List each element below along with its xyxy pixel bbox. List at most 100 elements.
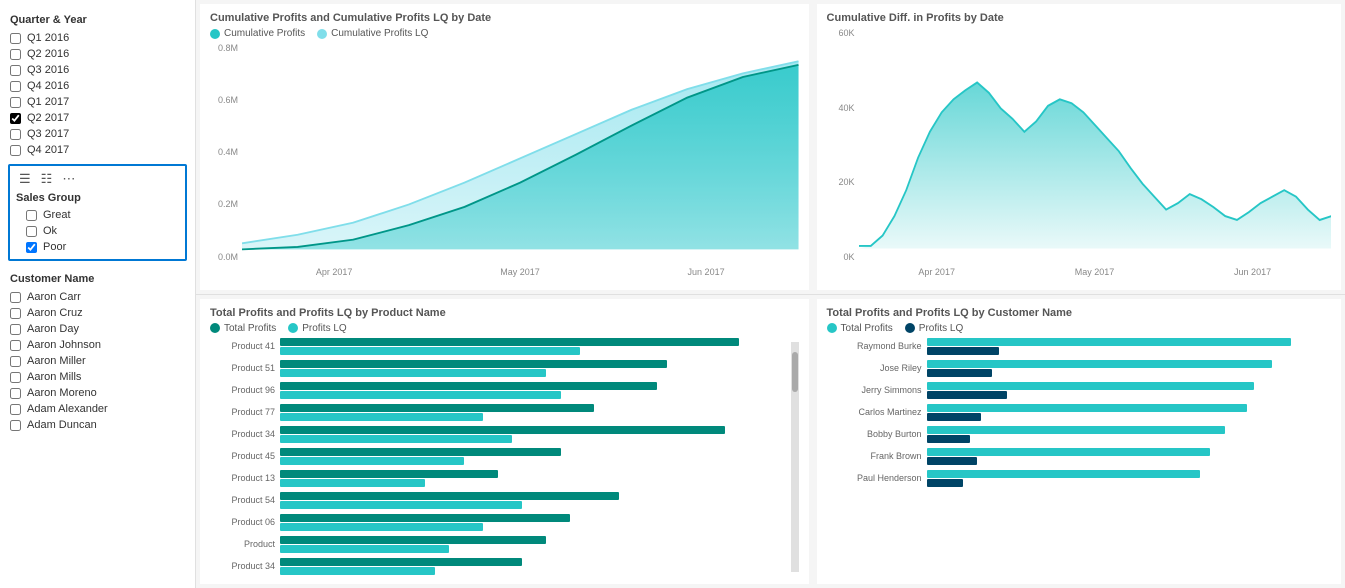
product-bar-group-6: [280, 470, 791, 487]
x-label-right: Jun 2017: [1234, 267, 1271, 277]
sidebar-customer-item-2[interactable]: Aaron Day: [0, 321, 195, 337]
quarter-item-2[interactable]: Q3 2016: [0, 62, 195, 78]
sidebar-customer-checkbox-8[interactable]: [10, 420, 21, 431]
sidebar-customer-checkbox-1[interactable]: [10, 308, 21, 319]
quarter-label-2: Q3 2016: [27, 64, 69, 76]
product-bar-content: Product 41Product 51Product 96Product 77…: [210, 338, 799, 577]
filter-popup: ☰ ☷ ⋯ Sales Group GreatOk Poor: [8, 164, 187, 261]
product-bar-scroll[interactable]: Product 41Product 51Product 96Product 77…: [210, 338, 791, 577]
product-lq-bar-4: [280, 435, 512, 443]
diff-chart-svg-container: 60K40K20K0K Apr 2017May: [827, 28, 1331, 282]
sales-group-checkbox-2[interactable]: [26, 242, 37, 253]
sales-group-item-1[interactable]: Ok: [16, 223, 179, 239]
sidebar-customer-item-6[interactable]: Aaron Moreno: [0, 385, 195, 401]
product-bar-label-10: Product 34: [210, 561, 280, 571]
quarter-checkbox-7[interactable]: [10, 145, 21, 156]
sales-group-checkbox-0[interactable]: [26, 210, 37, 221]
customer-bar-scroll[interactable]: Raymond BurkeJose RileyJerry SimmonsCarl…: [827, 338, 1331, 577]
sidebar-customer-item-5[interactable]: Aaron Mills: [0, 369, 195, 385]
cust-legend-item-0: Total Profits: [827, 323, 893, 334]
sidebar: Quarter & Year Q1 2016Q2 2016Q3 2016Q4 2…: [0, 0, 196, 588]
diff-chart-svg: [859, 28, 1331, 262]
sidebar-customer-item-7[interactable]: Adam Alexander: [0, 401, 195, 417]
customer-lq-bar-0: [927, 347, 1000, 355]
product-bar-group-3: [280, 404, 791, 421]
customer-bar-title: Total Profits and Profits LQ by Customer…: [827, 307, 1331, 319]
product-lq-bar-10: [280, 567, 435, 575]
sidebar-customer-checkbox-0[interactable]: [10, 292, 21, 303]
sidebar-customer-checkbox-6[interactable]: [10, 388, 21, 399]
product-bar-group-10: [280, 558, 791, 575]
product-profit-bar-6: [280, 470, 498, 478]
product-bar-group-0: [280, 338, 791, 355]
quarter-checkbox-0[interactable]: [10, 33, 21, 44]
sidebar-customer-label-5: Aaron Mills: [27, 371, 81, 383]
cum-legend-item-1: Cumulative Profits LQ: [317, 28, 428, 39]
cumulative-diff-panel: Cumulative Diff. in Profits by Date 60K4…: [817, 4, 1341, 290]
customer-bar-label-5: Frank Brown: [827, 451, 927, 461]
sidebar-customer-checkbox-5[interactable]: [10, 372, 21, 383]
y-label: 0.4M: [218, 147, 238, 157]
cust-legend-item-1: Profits LQ: [905, 323, 963, 334]
product-profit-bar-9: [280, 536, 546, 544]
sidebar-customer-item-0[interactable]: Aaron Carr: [0, 289, 195, 305]
sidebar-customer-checkbox-3[interactable]: [10, 340, 21, 351]
sidebar-customer-item-4[interactable]: Aaron Miller: [0, 353, 195, 369]
quarter-item-4[interactable]: Q1 2017: [0, 94, 195, 110]
customer-lq-bar-6: [927, 479, 963, 487]
x-label-right: May 2017: [1075, 267, 1115, 277]
quarter-checkbox-1[interactable]: [10, 49, 21, 60]
sidebar-customer-checkbox-2[interactable]: [10, 324, 21, 335]
sales-group-title: Sales Group: [16, 192, 179, 204]
product-profit-bar-7: [280, 492, 619, 500]
quarter-list: Q1 2016Q2 2016 Q3 2016 Q4 2016Q1 2017 Q2 20…: [0, 30, 195, 158]
quarter-item-7[interactable]: Q4 2017: [0, 142, 195, 158]
product-lq-bar-0: [280, 347, 580, 355]
customer-profit-bar-3: [927, 404, 1247, 412]
quarter-item-3[interactable]: Q4 2016: [0, 78, 195, 94]
sidebar-customer-checkbox-4[interactable]: [10, 356, 21, 367]
quarter-item-0[interactable]: Q1 2016: [0, 30, 195, 46]
filter-popup-toolbar: ☰ ☷ ⋯: [16, 170, 179, 188]
prod-legend-dot-0: [210, 323, 220, 333]
quarter-checkbox-3[interactable]: [10, 81, 21, 92]
x-axis-top-left: Apr 2017May 2017Jun 2017: [242, 262, 799, 282]
product-scrollbar[interactable]: [791, 342, 799, 573]
product-bar-group-1: [280, 360, 791, 377]
quarter-checkbox-6[interactable]: [10, 129, 21, 140]
cum-legend-label-1: Cumulative Profits LQ: [331, 28, 428, 39]
sales-group-checkbox-1[interactable]: [26, 226, 37, 237]
sidebar-customer-item-1[interactable]: Aaron Cruz: [0, 305, 195, 321]
y-label-right: 0K: [844, 252, 855, 262]
grid-icon[interactable]: ☷: [38, 170, 56, 188]
hamburger-icon[interactable]: ☰: [16, 170, 34, 188]
product-bar-row-3: Product 77: [210, 404, 791, 421]
product-bar-group-5: [280, 448, 791, 465]
quarter-label-5: Q2 2017: [27, 112, 69, 124]
customer-bar-row-0: Raymond Burke: [827, 338, 1331, 355]
quarter-item-5[interactable]: Q2 2017: [0, 110, 195, 126]
sales-group-label-2: Poor: [43, 241, 66, 253]
charts-top-row: Cumulative Profits and Cumulative Profit…: [196, 0, 1345, 295]
customer-section-title: Customer Name: [0, 267, 195, 289]
product-lq-bar-2: [280, 391, 561, 399]
product-scrollbar-thumb[interactable]: [792, 352, 798, 392]
quarter-checkbox-2[interactable]: [10, 65, 21, 76]
quarter-item-1[interactable]: Q2 2016: [0, 46, 195, 62]
customer-lq-bar-5: [927, 457, 978, 465]
sidebar-customer-item-8[interactable]: Adam Duncan: [0, 417, 195, 433]
product-bar-group-7: [280, 492, 791, 509]
sidebar-customer-item-3[interactable]: Aaron Johnson: [0, 337, 195, 353]
sales-group-item-0[interactable]: Great: [16, 207, 179, 223]
product-bar-title: Total Profits and Profits LQ by Product …: [210, 307, 799, 319]
sidebar-customer-label-4: Aaron Miller: [27, 355, 86, 367]
quarter-checkbox-5[interactable]: [10, 113, 21, 124]
product-bar-row-7: Product 54: [210, 492, 791, 509]
cust-legend-dot-0: [827, 323, 837, 333]
more-icon[interactable]: ⋯: [59, 170, 78, 188]
quarter-checkbox-4[interactable]: [10, 97, 21, 108]
product-lq-bar-1: [280, 369, 546, 377]
sales-group-item-2[interactable]: Poor: [16, 239, 179, 255]
sidebar-customer-checkbox-7[interactable]: [10, 404, 21, 415]
quarter-item-6[interactable]: Q3 2017: [0, 126, 195, 142]
